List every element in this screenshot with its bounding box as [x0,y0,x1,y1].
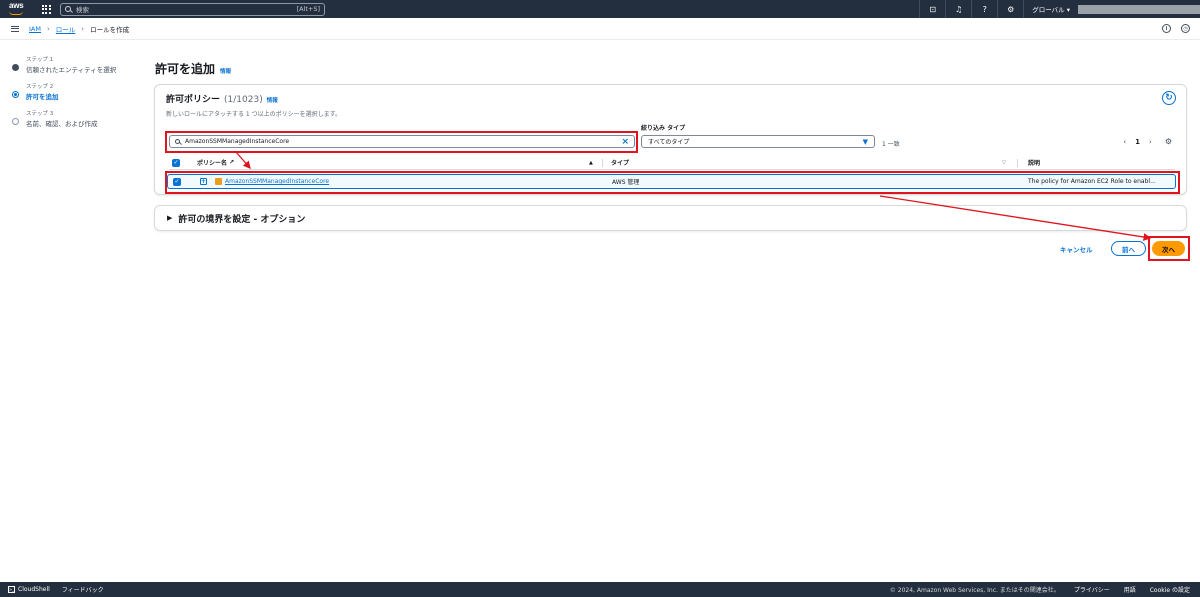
caret-right-icon: ▶ [167,214,173,222]
terms-link[interactable]: 用語 [1124,585,1136,594]
breadcrumb-roles-link[interactable]: ロール [56,24,76,34]
filter-type-select[interactable]: すべてのタイプ ▼ [641,135,875,148]
search-icon [65,6,71,12]
sort-asc-icon[interactable]: ▲ [589,160,593,166]
step-name: 許可を追加 [26,93,59,101]
search-shortcut-hint: [Alt+S] [296,5,320,13]
breadcrumb: IAM › ロール › ロールを作成 [29,24,129,34]
step-pending-icon [12,118,19,125]
cloudshell-icon[interactable]: ⊡ [919,0,945,18]
aws-logo-text: aws [9,1,24,10]
step-name: 信頼されたエンティティを選択 [26,66,117,74]
step-label: ステップ 1 [26,57,54,63]
column-divider [602,159,603,167]
prev-page-icon[interactable]: ‹ [1123,138,1126,146]
privacy-link[interactable]: プライバシー [1074,585,1110,594]
chevron-right-icon: › [46,24,50,33]
sort-icon[interactable]: ▽ [1002,160,1006,166]
notifications-bell-icon[interactable]: ♫ [945,0,971,18]
page-title-text: 許可を追加 [155,62,216,76]
step-2: ステップ 2 許可を追加 [12,82,142,101]
help-icon[interactable]: ? [971,0,997,18]
aws-logo[interactable]: aws [6,0,34,18]
external-link-icon: ↗ [229,159,235,166]
breadcrumb-iam-link[interactable]: IAM [29,25,41,33]
column-header-description[interactable]: 説明 [1028,158,1040,167]
step-name: 名前、確認、および作成 [26,120,98,128]
services-grid-icon[interactable] [40,3,52,15]
previous-button[interactable]: 前へ [1111,241,1146,256]
column-header-type[interactable]: タイプ [611,158,629,167]
panel-description: 新しいロールにアタッチする 1 つ以上のポリシーを選択します。 [166,111,342,118]
breadcrumb-current: ロールを作成 [90,25,130,34]
step-active-icon [12,91,19,98]
settings-gear-icon[interactable]: ⚙ [997,0,1023,18]
column-divider [1017,159,1018,167]
step-1[interactable]: ステップ 1 信頼されたエンティティを選択 [12,55,142,74]
step-done-icon [12,64,19,71]
breadcrumb-bar: IAM › ロール › ロールを作成 i ◷ [0,18,1200,40]
cancel-button[interactable]: キャンセル [1060,244,1093,254]
cookie-settings-link[interactable]: Cookie の設定 [1150,585,1190,594]
permissions-boundary-panel[interactable]: ▶ 許可の境界を設定 - オプション [154,205,1187,231]
permissions-policies-panel: 許可ポリシー (1/1023) 情報 新しいロールにアタッチする 1 つ以上のポ… [154,84,1187,195]
select-all-checkbox[interactable]: ✓ [172,158,180,167]
footer-bar: >_ CloudShell フィードバック © 2024, Amazon Web… [0,582,1200,597]
refresh-icon[interactable]: ↻ [1162,91,1176,105]
table-header: ✓ ポリシー名 ↗ ▲ タイプ ▽ 説明 [169,156,1175,170]
step-label: ステップ 3 [26,111,54,117]
match-count: 1 一致 [882,141,900,148]
boundary-panel-title: 許可の境界を設定 - オプション [178,214,306,225]
chevron-right-icon: › [81,24,85,33]
info-link[interactable]: 情報 [267,96,278,104]
table-settings-gear-icon[interactable]: ⚙ [1165,137,1172,146]
info-link[interactable]: 情報 [220,67,231,75]
step-3: ステップ 3 名前、確認、および作成 [12,109,142,128]
step-label: ステップ 2 [26,84,54,90]
notifications-panel-icon[interactable]: ◷ [1181,24,1190,33]
feedback-link[interactable]: フィードバック [62,585,104,594]
annotation-highlight-next [1148,236,1190,261]
top-navigation-bar: aws 検索 [Alt+S] ⊡ ♫ ? ⚙ グローバル ▾ [0,0,1200,18]
caret-down-icon: ▼ [862,137,868,146]
panel-title: 許可ポリシー (1/1023) 情報 [166,92,278,105]
menu-hamburger-icon[interactable] [11,25,19,32]
global-search-input[interactable]: 検索 [Alt+S] [60,2,325,16]
search-placeholder: 検索 [76,6,89,14]
panel-title-text: 許可ポリシー [166,95,221,105]
info-panel-icon[interactable]: i [1162,24,1171,33]
region-selector[interactable]: グローバル ▾ [1023,0,1078,18]
column-name-label: ポリシー名 [197,160,228,167]
copyright-text: © 2024, Amazon Web Services, Inc. またはその関… [889,587,1060,594]
cloudshell-icon: >_ [8,586,15,593]
filter-type-value: すべてのタイプ [648,139,690,146]
account-menu-redacted[interactable] [1078,4,1200,14]
column-header-name[interactable]: ポリシー名 ↗ [197,158,234,167]
filter-type-label: 絞り込み タイプ [641,125,686,132]
cloudshell-link[interactable]: CloudShell [18,586,50,593]
selection-count: (1/1023) [224,95,263,105]
next-page-icon[interactable]: › [1149,138,1152,146]
annotation-highlight-row [165,171,1180,194]
wizard-steps: ステップ 1 信頼されたエンティティを選択 ステップ 2 許可を追加 ステップ … [12,55,142,136]
pagination: ‹ 1 › ⚙ [1123,137,1172,146]
page-title: 許可を追加 情報 [155,60,231,77]
annotation-highlight-search [165,131,638,153]
aws-smile-icon [9,11,23,15]
page-number[interactable]: 1 [1135,138,1140,146]
